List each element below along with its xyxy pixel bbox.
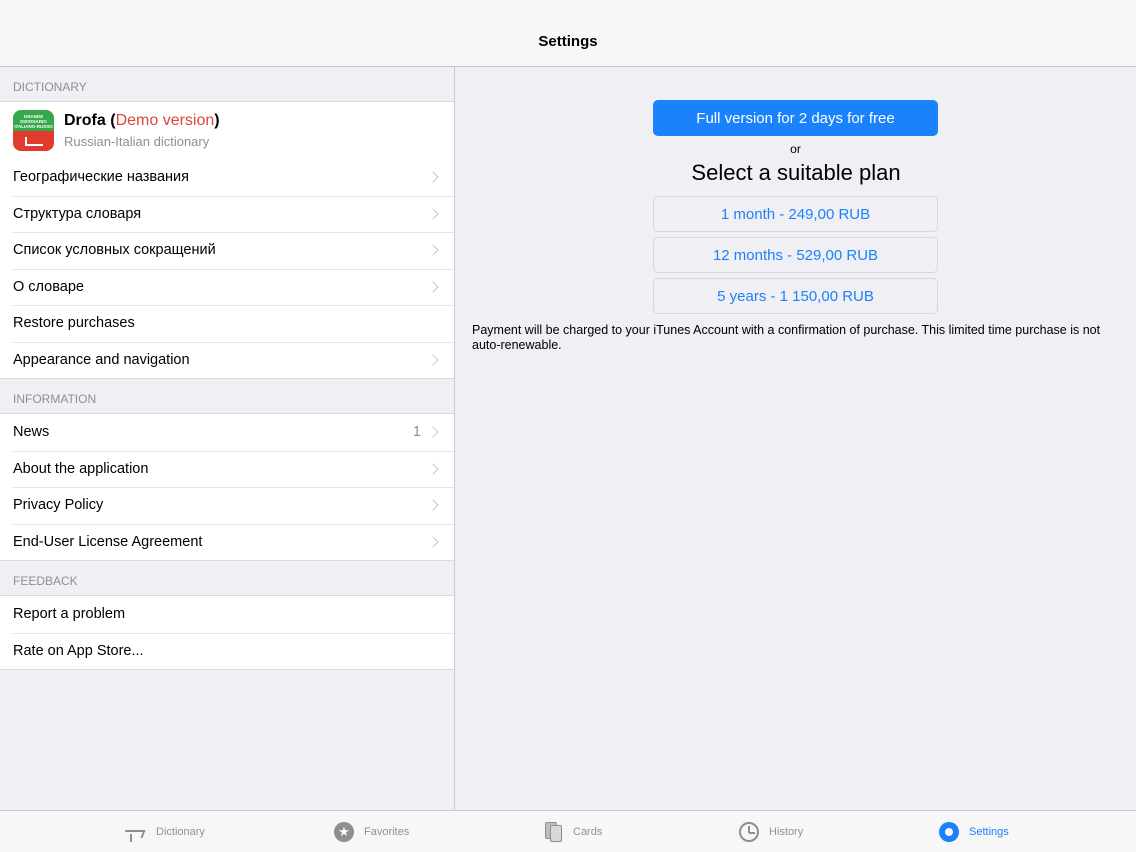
tab-settings[interactable]: Settings (939, 811, 1009, 852)
dictionary-icon: GRANDE DIZIONARIO ITALIANO-RUSSO (13, 110, 54, 151)
chevron-right-icon (427, 499, 439, 511)
information-group: News 1 About the application Privacy Pol… (0, 413, 454, 561)
dictionary-group: GRANDE DIZIONARIO ITALIANO-RUSSO Drofa (… (0, 101, 454, 379)
plan-title: Select a suitable plan (691, 160, 901, 185)
plan-1-month-button[interactable]: 1 month - 249,00 RUB (653, 196, 938, 232)
plan-5-years-button[interactable]: 5 years - 1 150,00 RUB (653, 278, 938, 314)
dictionary-subtitle: Russian-Italian dictionary (64, 134, 210, 149)
demo-version-label: Demo version (115, 112, 215, 129)
star-icon: ★ (334, 822, 354, 842)
row-about-application[interactable]: About the application (0, 450, 454, 488)
news-count-badge: 1 (412, 424, 421, 441)
dictionary-name: Drofa (Demo version) (64, 112, 220, 129)
row-rate-app-store[interactable]: Rate on App Store... (0, 632, 454, 670)
cards-icon (545, 822, 563, 842)
row-privacy-policy[interactable]: Privacy Policy (0, 487, 454, 524)
payment-notice: Payment will be charged to your iTunes A… (472, 323, 1101, 352)
free-trial-button[interactable]: Full version for 2 days for free (653, 100, 938, 136)
chevron-right-icon (427, 244, 439, 256)
chevron-right-icon (427, 171, 439, 183)
row-restore-purchases[interactable]: Restore purchases (0, 305, 454, 342)
tab-bar: Dictionary ★ Favorites Cards History Set… (0, 810, 1136, 852)
tab-dictionary[interactable]: Dictionary (122, 811, 205, 852)
page-title: Settings (538, 33, 598, 50)
feedback-group: Report a problem Rate on App Store... (0, 595, 454, 670)
row-abbreviations[interactable]: Список условных сокращений (0, 232, 454, 269)
chevron-right-icon (427, 354, 439, 366)
row-report-problem[interactable]: Report a problem (0, 596, 454, 633)
row-geographic-names[interactable]: Географические названия (0, 159, 454, 196)
tab-favorites[interactable]: ★ Favorites (334, 811, 409, 852)
purchase-panel: Full version for 2 days for free or Sele… (456, 67, 1136, 810)
row-eula[interactable]: End-User License Agreement (0, 523, 454, 561)
plan-12-months-button[interactable]: 12 months - 529,00 RUB (653, 237, 938, 273)
chevron-right-icon (427, 426, 439, 438)
row-about-dictionary[interactable]: О словаре (0, 268, 454, 306)
bird-icon (122, 822, 146, 842)
row-dictionary-structure[interactable]: Структура словаря (0, 195, 454, 233)
clock-icon (739, 822, 759, 842)
tab-cards[interactable]: Cards (545, 811, 602, 852)
chevron-right-icon (427, 536, 439, 548)
section-header-dictionary: DICTIONARY (13, 80, 87, 94)
gear-icon (939, 822, 959, 842)
chevron-right-icon (427, 208, 439, 220)
dictionary-row[interactable]: GRANDE DIZIONARIO ITALIANO-RUSSO Drofa (… (0, 102, 454, 159)
row-appearance-navigation[interactable]: Appearance and navigation (0, 341, 454, 379)
navigation-bar: Settings (0, 0, 1136, 67)
settings-list[interactable]: DICTIONARY GRANDE DIZIONARIO ITALIANO-RU… (0, 67, 455, 810)
or-separator: or (790, 142, 801, 156)
chevron-right-icon (427, 463, 439, 475)
chevron-right-icon (427, 281, 439, 293)
row-news[interactable]: News 1 (0, 414, 454, 451)
section-header-feedback: FEEDBACK (13, 574, 78, 588)
tab-history[interactable]: History (739, 811, 803, 852)
section-header-information: INFORMATION (13, 392, 97, 406)
